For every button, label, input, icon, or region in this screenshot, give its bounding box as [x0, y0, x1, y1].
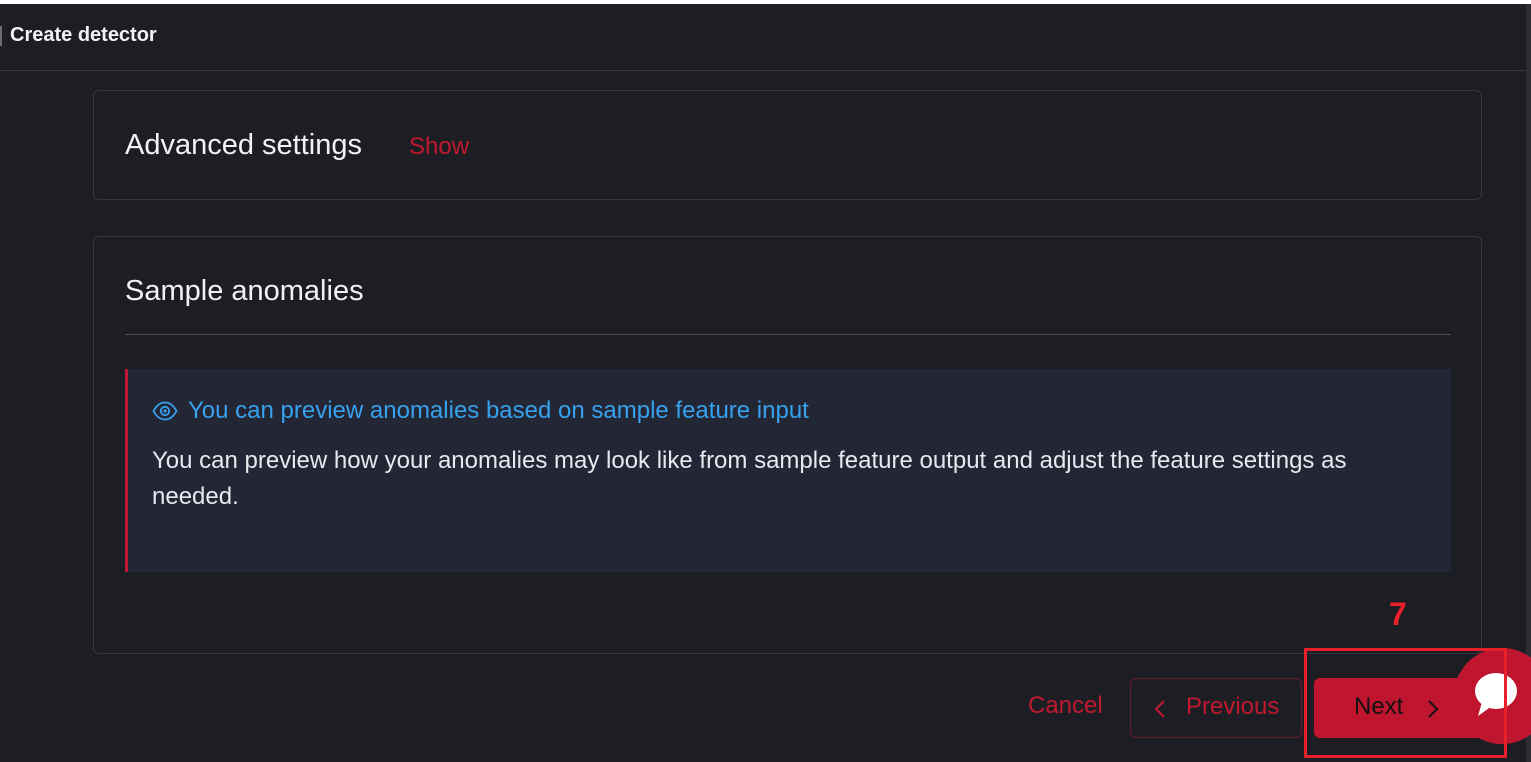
scrollbar[interactable] — [1526, 4, 1531, 762]
eye-icon — [152, 401, 178, 421]
header-edge-marker — [0, 26, 2, 46]
callout-body: You can preview how your anomalies may l… — [152, 447, 1347, 510]
chevron-left-icon — [1154, 700, 1165, 718]
advanced-settings-panel: Advanced settings Show — [93, 90, 1482, 200]
chevron-right-icon — [1428, 700, 1439, 718]
previous-button-label: Previous — [1186, 693, 1280, 720]
chat-icon — [1475, 673, 1517, 716]
callout-title: You can preview anomalies based on sampl… — [188, 397, 809, 424]
previous-button[interactable]: Previous — [1130, 678, 1302, 738]
next-button-label: Next — [1354, 693, 1404, 720]
section-divider — [125, 334, 1451, 335]
advanced-settings-title: Advanced settings — [125, 129, 362, 161]
page-header: Create detector — [0, 4, 1531, 71]
cancel-button[interactable]: Cancel — [1028, 692, 1103, 720]
sample-anomalies-title: Sample anomalies — [125, 275, 364, 307]
sample-anomalies-panel: Sample anomalies You can preview anomali… — [93, 236, 1482, 654]
page-title: Create detector — [10, 24, 157, 46]
annotation-number: 7 — [1389, 596, 1407, 632]
advanced-settings-show-link[interactable]: Show — [409, 133, 469, 161]
preview-callout: You can preview anomalies based on sampl… — [125, 369, 1451, 572]
